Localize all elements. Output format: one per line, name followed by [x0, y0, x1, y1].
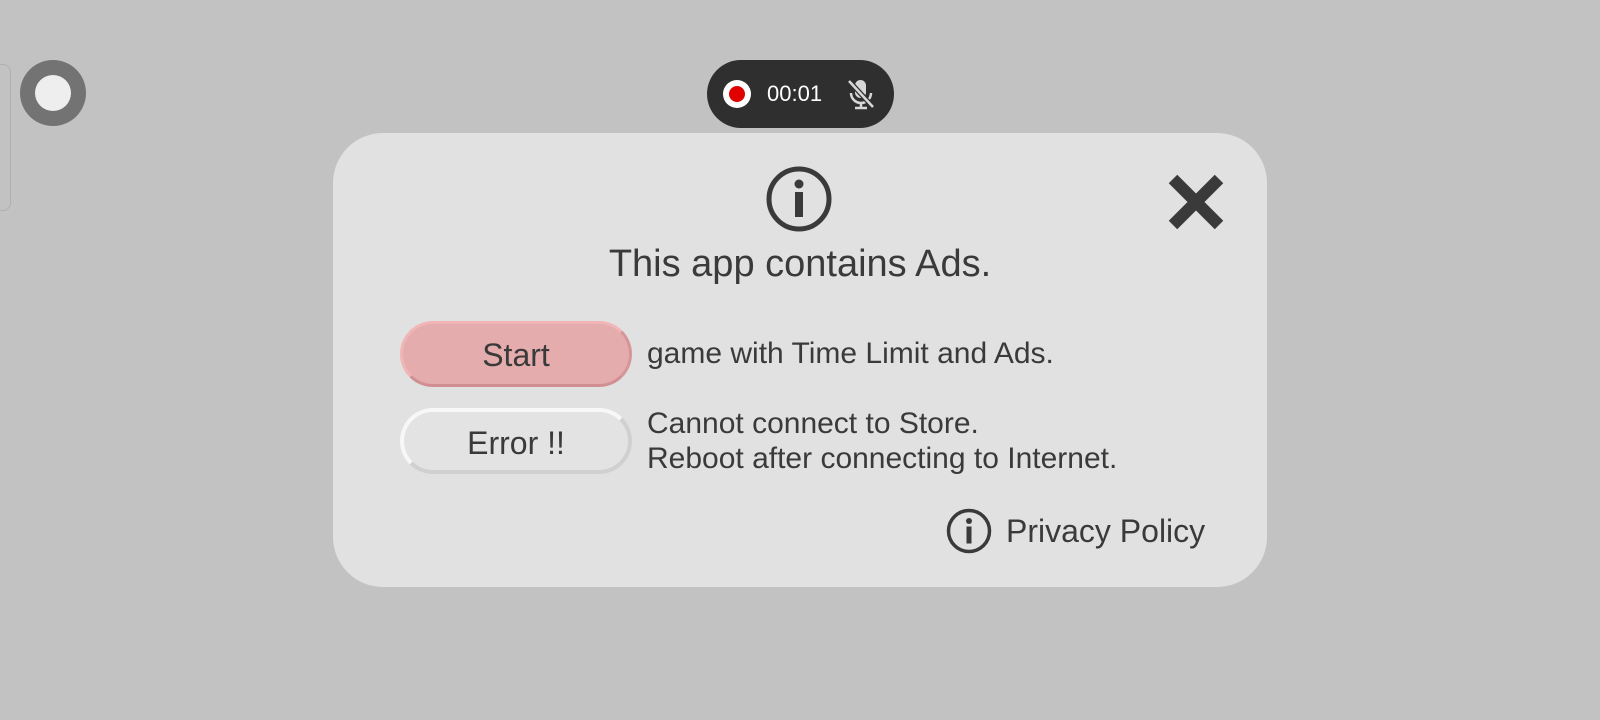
error-description: Cannot connect to Store. Reboot after co… — [647, 406, 1117, 476]
screen-recorder-bar[interactable]: 00:01 — [707, 60, 894, 128]
start-button[interactable]: Start — [400, 321, 632, 387]
close-icon[interactable] — [1165, 171, 1227, 233]
recording-time: 00:01 — [767, 81, 823, 106]
dialog-title: This app contains Ads. — [608, 243, 992, 285]
error-button[interactable]: Error !! — [400, 408, 632, 474]
privacy-info-icon — [946, 508, 992, 554]
edge-panel-handle[interactable] — [0, 64, 11, 211]
info-icon — [766, 166, 832, 232]
privacy-policy-link[interactable]: Privacy Policy — [946, 507, 1205, 555]
privacy-policy-label[interactable]: Privacy Policy — [1006, 513, 1205, 550]
error-description-line2: Reboot after connecting to Internet. — [647, 442, 1118, 475]
record-dot — [729, 86, 745, 102]
floating-button-icon — [35, 75, 71, 111]
start-description: game with Time Limit and Ads. — [647, 337, 1054, 370]
error-description-line1: Cannot connect to Store. — [647, 407, 979, 440]
ads-info-dialog: This app contains Ads. Start game with T… — [333, 133, 1267, 587]
record-icon[interactable] — [723, 80, 751, 108]
mic-muted-icon[interactable] — [843, 76, 879, 112]
floating-assist-button[interactable] — [20, 60, 86, 126]
